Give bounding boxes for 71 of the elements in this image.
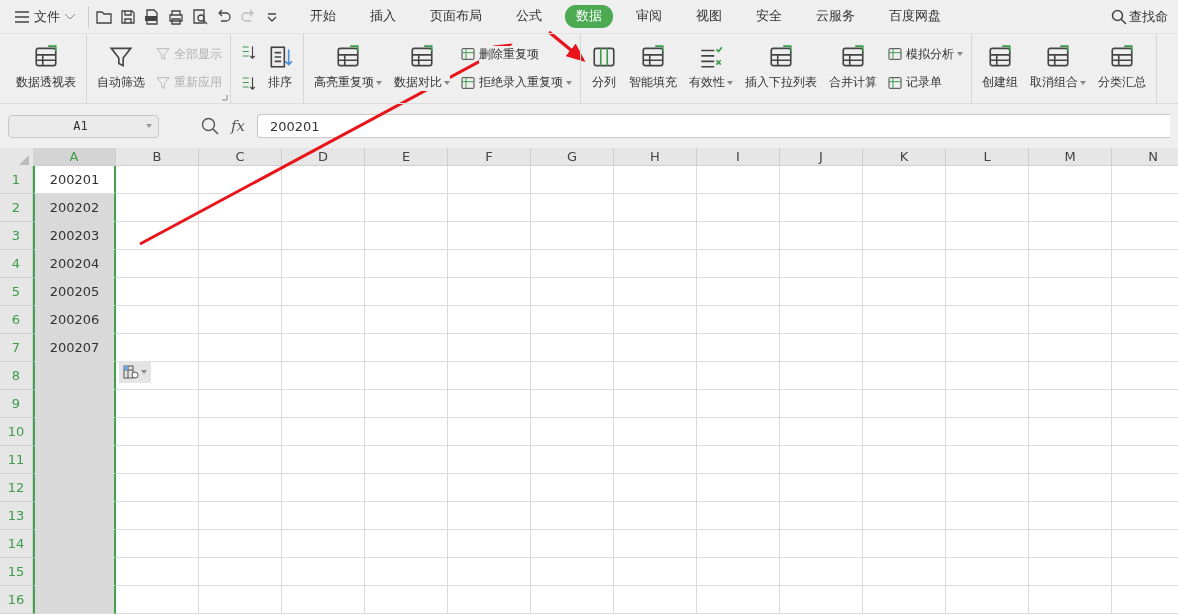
table-cell: 200206 [33,306,116,334]
ribbon-tab[interactable]: 公式 [505,5,553,28]
save-icon[interactable] [119,7,137,26]
column-header[interactable]: N [1112,148,1178,166]
column-header[interactable]: L [946,148,1029,166]
column-header[interactable]: I [697,148,780,166]
caret-icon [141,370,147,374]
ribbon-tab[interactable]: 视图 [685,5,733,28]
column-header[interactable]: M [1029,148,1112,166]
triangle-icon [18,155,29,165]
ribbon-tab[interactable]: 插入 [359,5,407,28]
annotation-arrow [548,30,586,63]
column-header[interactable]: B [116,148,199,166]
table-icon [460,46,476,63]
file-menu[interactable]: 文件 [10,7,82,26]
checklist-icon [698,44,724,70]
table-cell: 200203 [33,222,116,250]
ribbon-button[interactable]: 合并计算 [825,38,881,99]
ribbon-button[interactable]: 智能填充 [625,38,681,99]
ribbon-button[interactable]: 排序 [263,38,297,99]
insert-function-button[interactable]: fx [231,117,245,135]
formula-field[interactable]: 200201 [257,114,1170,138]
ribbon-tab[interactable]: 页面布局 [419,5,493,28]
ribbon-button[interactable]: 插入下拉列表 [741,38,821,99]
ribbon-button[interactable]: 创建组 [978,38,1022,99]
table-cell: 200202 [33,194,116,222]
column-header[interactable]: G [531,148,614,166]
filter-icon [155,74,171,91]
ribbon-button[interactable]: 分列 [587,38,621,99]
table-cell: 200207 [33,334,116,362]
column-header[interactable]: E [365,148,448,166]
zoom-icon[interactable] [201,117,219,135]
ribbon-button[interactable]: 记录单 [885,72,965,94]
document-icon[interactable] [143,7,161,26]
ribbon-button[interactable]: 取消组合 [1026,38,1090,99]
column-header[interactable]: K [863,148,946,166]
filter-icon [155,46,171,63]
ribbon-button[interactable]: 删除重复项 [458,43,574,65]
ribbon-button[interactable]: 高亮重复项 [310,38,386,99]
table-icon [460,74,476,91]
ribbon-button[interactable]: 数据对比 [390,38,454,99]
ribbon-tab[interactable]: 审阅 [625,5,673,28]
column-header[interactable]: D [282,148,365,166]
ribbon-button[interactable]: 有效性 [685,38,737,99]
ribbon-button[interactable]: 数据透视表 [12,38,80,99]
print-icon[interactable] [167,7,185,26]
search-icon [1111,8,1127,25]
print-preview-icon[interactable] [191,7,209,26]
ribbon-button[interactable]: 模拟分析 [885,43,965,65]
table-cell: 200205 [33,278,116,306]
name-box[interactable]: A1 [8,114,159,138]
ribbon-button[interactable]: 分类汇总 [1094,38,1150,99]
chevron-down-icon [64,12,76,21]
ribbon-tab[interactable]: 云服务 [805,5,866,28]
ribbon-tab[interactable]: 安全 [745,5,793,28]
column-header[interactable]: H [614,148,697,166]
command-search[interactable]: 查找命 [1111,7,1168,26]
table-icon [887,74,903,91]
column-header[interactable]: C [199,148,282,166]
column-header[interactable]: J [780,148,863,166]
ribbon-button[interactable]: 自动筛选 [93,38,149,99]
paste-options-button[interactable] [119,361,151,383]
table-icon [887,46,903,63]
table-icon [123,365,139,379]
menu-icon [14,9,30,24]
ribbon-tab[interactable]: 百度网盘 [878,5,952,28]
column-header[interactable]: F [448,148,531,166]
caret-icon [146,124,152,128]
ribbon-tab[interactable]: 开始 [299,5,347,28]
table-cell: 200204 [33,250,116,278]
table-cell: 200201 [33,166,116,194]
